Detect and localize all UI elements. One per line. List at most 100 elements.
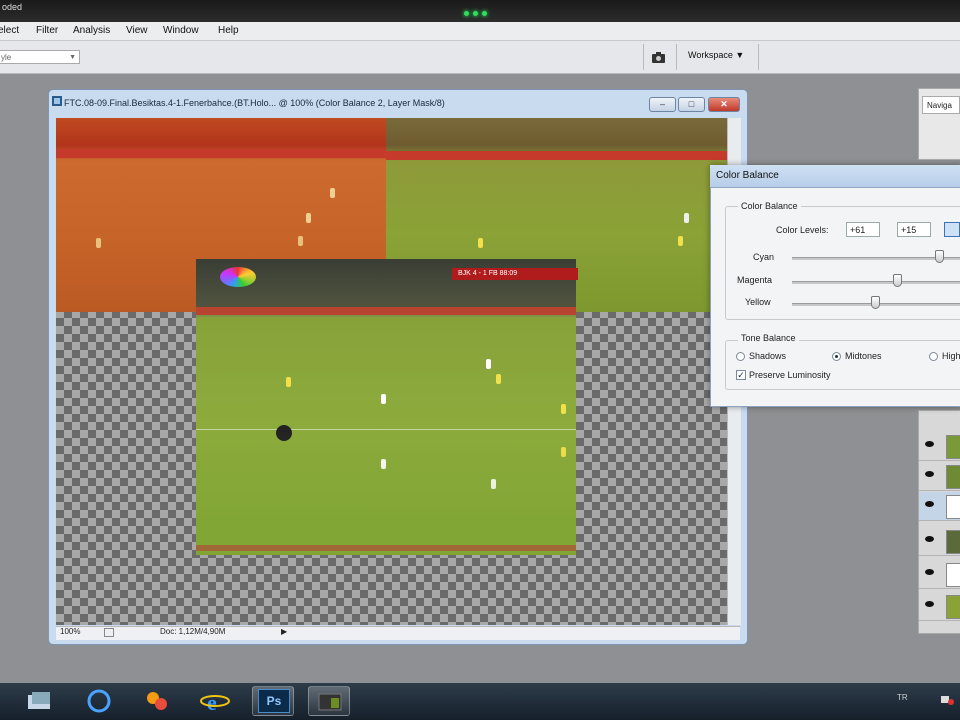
player — [684, 213, 689, 223]
video-icon — [318, 693, 342, 711]
maximize-button[interactable]: □ — [678, 97, 705, 112]
network-icon[interactable] — [940, 693, 954, 705]
taskbar-video-button[interactable] — [308, 686, 350, 716]
layer-mask-fade — [196, 430, 576, 555]
menu-filter[interactable]: Filter — [36, 25, 58, 36]
app-title: oded — [2, 2, 23, 12]
folder-icon — [28, 692, 50, 709]
ad-banner — [386, 151, 727, 160]
layer-thumbnail — [946, 435, 960, 459]
midtones-label: Midtones — [845, 351, 882, 361]
adjustment-thumbnail — [946, 563, 960, 587]
highlights-radio[interactable] — [929, 352, 938, 361]
language-indicator[interactable]: TR — [897, 693, 908, 702]
shadows-radio[interactable] — [736, 352, 745, 361]
status-arrow-icon[interactable]: ▶ — [281, 627, 287, 636]
taskbar-explorer-button[interactable] — [20, 686, 62, 716]
menu-view[interactable]: View — [126, 25, 148, 36]
layer-thumbnail — [946, 465, 960, 489]
cyan-red-slider-thumb[interactable] — [935, 250, 944, 263]
player — [486, 359, 491, 369]
player — [330, 188, 335, 198]
internet-explorer-icon: e — [200, 690, 230, 715]
sync-icon — [87, 689, 111, 713]
player — [381, 394, 386, 404]
document-title: FTC.08-09.Final.Besiktas.4-1.Fenerbahce.… — [64, 98, 445, 108]
player — [306, 213, 311, 223]
doc-size-info: Doc: 1,12M/4,90M — [160, 627, 226, 636]
svg-text:e: e — [207, 690, 217, 715]
shadows-label: Shadows — [749, 351, 787, 361]
tv-channel-logo — [220, 267, 256, 287]
color-level-cyan-input[interactable]: +61 — [846, 222, 880, 237]
magenta-green-slider-thumb[interactable] — [893, 274, 902, 287]
menu-select[interactable]: elect — [0, 25, 19, 36]
eye-icon[interactable] — [925, 569, 934, 575]
slider-label-cyan: Cyan — [753, 252, 775, 262]
divider — [676, 44, 677, 70]
layer-row[interactable] — [919, 560, 960, 589]
taskbar-ie-button[interactable]: e — [194, 686, 236, 716]
media-player-icon — [147, 692, 167, 710]
player — [496, 374, 501, 384]
yellow-blue-slider-thumb[interactable] — [871, 296, 880, 309]
layer-row[interactable] — [919, 432, 960, 461]
menu-analysis[interactable]: Analysis — [73, 25, 110, 36]
taskbar-sync-button[interactable] — [78, 686, 120, 716]
eye-icon[interactable] — [925, 471, 934, 477]
eye-icon[interactable] — [925, 536, 934, 542]
eye-icon[interactable] — [925, 441, 934, 447]
preserve-luminosity-label: Preserve Luminosity — [749, 370, 831, 380]
workspace-button[interactable]: Workspace ▼ — [688, 50, 744, 60]
photoshop-icon: Ps — [258, 689, 290, 713]
slider-label-magenta: Magenta — [737, 275, 773, 285]
player — [298, 236, 303, 246]
zoom-field[interactable]: 100% — [60, 627, 80, 636]
zoom-icon[interactable] — [104, 628, 114, 637]
style-select[interactable]: yle ▼ — [0, 50, 80, 64]
navigator-tab[interactable]: Naviga — [922, 96, 960, 114]
layer-row[interactable] — [919, 527, 960, 556]
ad-banner — [196, 307, 576, 315]
color-levels-label: Color Levels: — [776, 225, 829, 235]
preserve-luminosity-checkbox[interactable]: ✓ — [736, 370, 746, 380]
divider — [643, 44, 644, 70]
player — [561, 404, 566, 414]
minimize-button[interactable]: – — [649, 97, 676, 112]
menu-help[interactable]: Help — [218, 25, 239, 36]
menu-window[interactable]: Window — [163, 25, 199, 36]
layer-row-selected[interactable] — [919, 492, 960, 521]
webcam-indicator-icon — [462, 8, 498, 16]
group-label: Tone Balance — [738, 333, 799, 343]
midtones-radio[interactable] — [832, 352, 841, 361]
eye-icon[interactable] — [925, 501, 934, 507]
adjustment-thumbnail — [946, 495, 960, 519]
slider-label-yellow: Yellow — [745, 297, 771, 307]
color-level-magenta-input[interactable]: +15 — [897, 222, 931, 237]
camera-icon[interactable] — [650, 50, 670, 64]
player — [678, 236, 683, 246]
highlights-label: High — [942, 351, 960, 361]
layer-thumbnail — [946, 595, 960, 619]
close-button[interactable]: ✕ — [708, 97, 740, 112]
layer-row[interactable] — [919, 592, 960, 621]
document-icon — [52, 96, 62, 106]
color-level-yellow-input[interactable] — [944, 222, 960, 237]
divider — [758, 44, 759, 70]
group-label: Color Balance — [738, 201, 801, 211]
scoreboard-text: BJK 4 - 1 FB 88:09 — [458, 270, 518, 277]
tone-balance-group — [725, 340, 960, 390]
taskbar-media-button[interactable] — [137, 686, 179, 716]
player — [478, 238, 483, 248]
layer-row[interactable] — [919, 462, 960, 491]
dialog-title: Color Balance — [716, 170, 779, 181]
menu-bar: elect Filter Analysis View Window Help — [0, 22, 960, 41]
chevron-down-icon: ▼ — [69, 54, 76, 61]
eye-icon[interactable] — [925, 601, 934, 607]
layer-thumbnail — [946, 530, 960, 554]
player — [286, 377, 291, 387]
ad-banner — [56, 149, 386, 158]
scoreboard-overlay: BJK 4 - 1 FB 88:09 — [452, 268, 578, 280]
magenta-green-slider-track[interactable] — [792, 281, 960, 284]
window-title-bar: oded — [0, 0, 960, 22]
